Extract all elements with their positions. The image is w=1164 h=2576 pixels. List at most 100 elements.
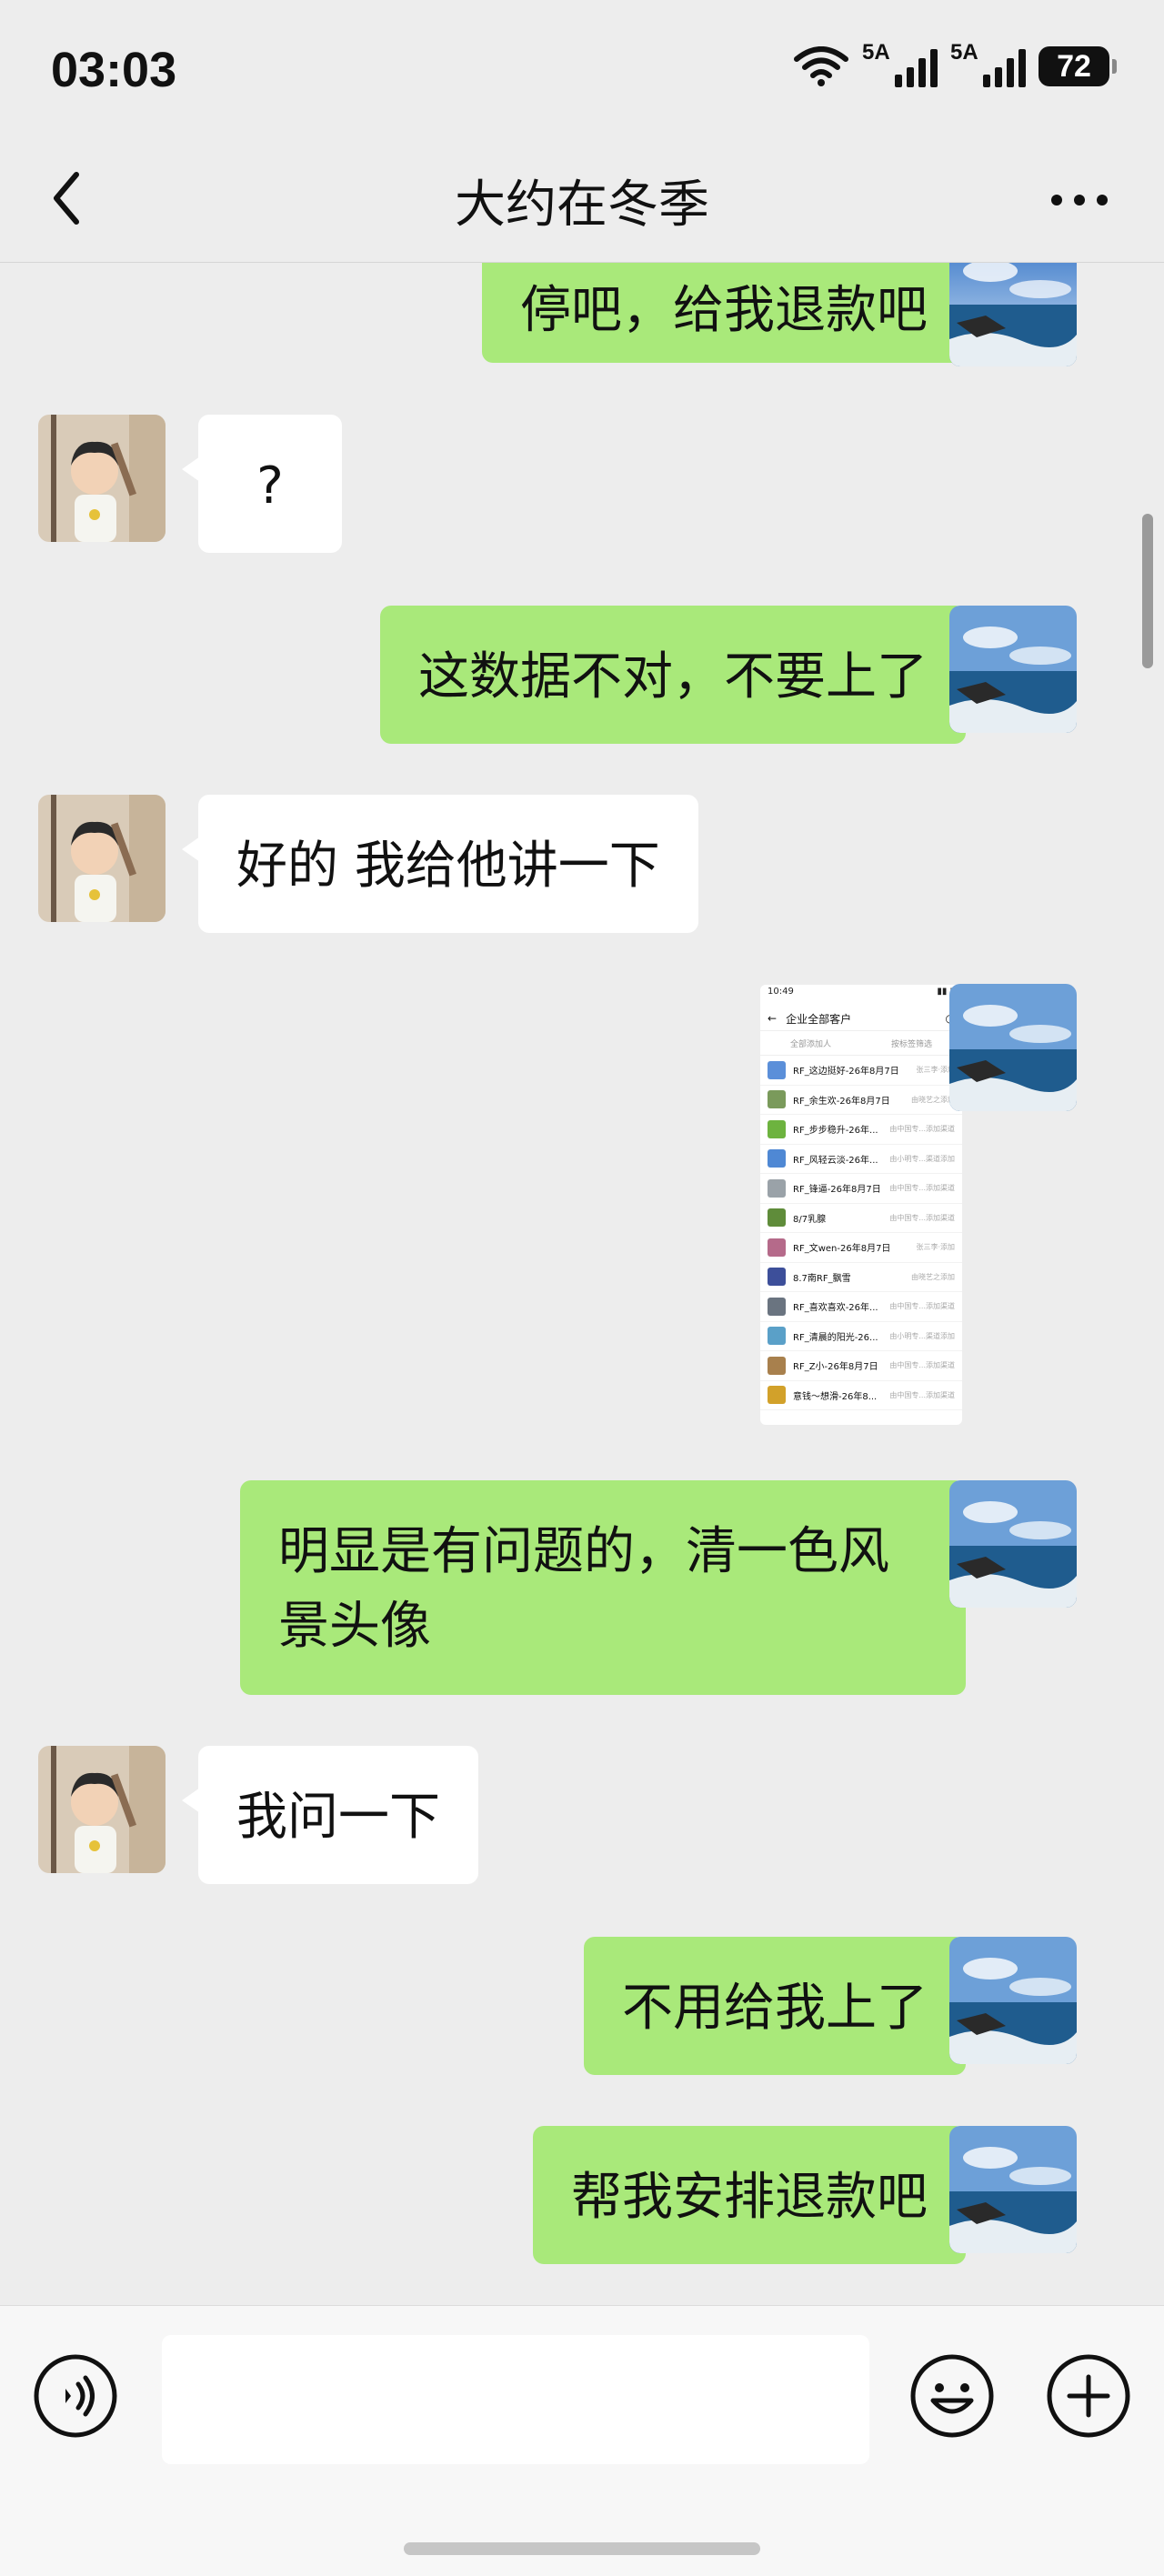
message-bubble-them[interactable]: 我问一下 [182, 1746, 478, 1884]
scrollbar-thumb[interactable] [1142, 514, 1153, 668]
shot-row: RF_喜欢喜欢-26年... 由中国专...添加渠道 [760, 1292, 962, 1322]
seascape-avatar-icon [949, 263, 1077, 366]
shot-row-source: 由晓艺之添加 [911, 1095, 955, 1104]
plus-icon[interactable] [1046, 2353, 1131, 2439]
shot-row: RF_余生欢-26年8月7日 由晓艺之添加 [760, 1086, 962, 1115]
shot-row-name: RF_锋逼-26年8月7日 [793, 1185, 881, 1196]
my-avatar[interactable] [949, 1480, 1077, 1608]
my-avatar[interactable] [949, 1937, 1077, 2064]
shot-row-source: 由中国专...添加渠道 [889, 1302, 955, 1311]
signal-label-2: 5A [950, 40, 978, 65]
child-avatar-icon [38, 1746, 166, 1873]
emoji-icon[interactable] [909, 2353, 995, 2439]
shot-row-avatar-icon [768, 1356, 786, 1375]
message-bubble-them[interactable]: ? [182, 415, 342, 553]
signal-label-1: 5A [862, 40, 890, 65]
shot-row-avatar-icon [768, 1149, 786, 1168]
shot-row: RF_风轻云淡-26年... 由小明专...渠道添加 [760, 1145, 962, 1174]
shot-title: 企业全部客户 [786, 1012, 852, 1026]
contact-avatar[interactable] [38, 1746, 166, 1873]
child-avatar-icon [38, 795, 166, 922]
shot-header: ←企业全部客户○ [760, 1007, 962, 1031]
shot-row-avatar-icon [768, 1208, 786, 1228]
seascape-avatar-icon [949, 606, 1077, 733]
shot-row-source: 张三李·添加 [916, 1243, 955, 1252]
shot-row-source: 由中国专...添加渠道 [889, 1390, 955, 1399]
chat-area[interactable]: 停吧，给我退款吧 ? 这数据不对，不要上了 好的 我给他讲一下 10:49 ▮▮ … [0, 263, 1164, 2305]
shot-row-source: 由中国专...添加渠道 [889, 1184, 955, 1193]
shot-row-avatar-icon [768, 1327, 786, 1346]
contact-avatar[interactable] [38, 795, 166, 922]
shot-row-avatar-icon [768, 1386, 786, 1405]
message-bubble-me[interactable]: 明显是有问题的，清一色风景头像 [240, 1480, 982, 1695]
my-avatar[interactable] [949, 606, 1077, 733]
message-bubble-them[interactable]: 好的 我给他讲一下 [182, 795, 698, 933]
more-dots-icon[interactable] [1048, 182, 1111, 218]
shot-row: RF_这边挺好-26年8月7日 张三李·添加 [760, 1056, 962, 1086]
shot-row-avatar-icon [768, 1297, 786, 1316]
shot-row: RF_文wen-26年8月7日 张三李·添加 [760, 1233, 962, 1263]
nav-bar: 大约在冬季 [0, 136, 1164, 263]
shot-row-name: RF_余生欢-26年8月7日 [793, 1096, 890, 1107]
shot-time: 10:49 [768, 987, 794, 997]
shot-row-name: RF_Z小-26年8月7日 [793, 1362, 878, 1373]
shot-row: RF_锋逼-26年8月7日 由中国专...添加渠道 [760, 1174, 962, 1204]
shot-row: 意钱～想滑-26年8... 由中国专...添加渠道 [760, 1381, 962, 1410]
shot-row-name: RF_喜欢喜欢-26年... [793, 1303, 878, 1314]
shot-row-name: 8.7南RF_飘雪 [793, 1273, 851, 1284]
shot-row: 8/7乳腺 由中国专...添加渠道 [760, 1204, 962, 1233]
shot-row-name: 8/7乳腺 [793, 1214, 827, 1225]
shot-row-name: 意钱～想滑-26年8... [793, 1391, 878, 1402]
seascape-avatar-icon [949, 1480, 1077, 1608]
shot-status-bar: 10:49 ▮▮ ▮ [760, 985, 962, 1007]
shot-filters: 全部添加人 按标签筛选 [760, 1031, 962, 1056]
shot-row: RF_Z小-26年8月7日 由中国专...添加渠道 [760, 1351, 962, 1381]
seascape-avatar-icon [949, 984, 1077, 1111]
message-bubble-me[interactable]: 停吧，给我退款吧 [482, 263, 982, 363]
chat-title: 大约在冬季 [455, 175, 709, 235]
battery-icon: 72 [1039, 46, 1117, 86]
shot-row-avatar-icon [768, 1060, 786, 1079]
shot-row-source: 由中国专...添加渠道 [889, 1125, 955, 1134]
shot-row-name: RF_文wen-26年8月7日 [793, 1244, 891, 1255]
child-avatar-icon [38, 415, 166, 542]
shot-row-source: 由中国专...添加渠道 [889, 1361, 955, 1370]
shot-row-avatar-icon [768, 1090, 786, 1109]
shot-row-avatar-icon [768, 1268, 786, 1287]
status-time: 03:03 [51, 43, 177, 97]
message-bubble-me[interactable]: 帮我安排退款吧 [533, 2126, 982, 2264]
home-indicator[interactable] [404, 2542, 760, 2555]
my-avatar[interactable] [949, 263, 1077, 366]
status-icons: 5A 5A 72 [793, 40, 1117, 87]
shot-row-source: 由晓艺之添加 [911, 1272, 955, 1281]
my-avatar[interactable] [949, 984, 1077, 1111]
shot-filter-left: 全部添加人 [789, 1039, 831, 1049]
shot-row-avatar-icon [768, 1238, 786, 1257]
shot-row-avatar-icon [768, 1119, 786, 1138]
shot-back-icon: ← [768, 1012, 778, 1025]
contact-avatar[interactable] [38, 415, 166, 542]
message-bubble-me[interactable]: 不用给我上了 [584, 1937, 982, 2075]
image-message[interactable]: 10:49▮▮ ▮ ←企业全部客户○ 全部添加人按标签筛选 RF_这边挺好-26… [760, 985, 962, 1425]
voice-icon[interactable] [33, 2353, 118, 2439]
status-bar: 03:03 5A 5A 72 [0, 0, 1164, 136]
shot-row-name: RF_步步稳升-26年... [793, 1126, 878, 1137]
shot-row-name: RF_这边挺好-26年8月7日 [793, 1067, 899, 1078]
shot-row-source: 由小明专...渠道添加 [889, 1154, 955, 1163]
shot-row-name: RF_风轻云淡-26年... [793, 1155, 878, 1166]
shot-row: RF_步步稳升-26年... 由中国专...添加渠道 [760, 1115, 962, 1145]
seascape-avatar-icon [949, 2126, 1077, 2253]
shot-row-source: 由小明专...渠道添加 [889, 1331, 955, 1340]
message-bubble-me[interactable]: 这数据不对，不要上了 [380, 606, 982, 744]
my-avatar[interactable] [949, 2126, 1077, 2253]
message-input[interactable] [162, 2335, 869, 2464]
input-bar [0, 2305, 1164, 2576]
battery-level: 72 [1057, 48, 1091, 84]
signal-icon-2: 5A [950, 40, 1026, 87]
seascape-avatar-icon [949, 1937, 1077, 2064]
shot-row: RF_清晨的阳光-26... 由小明专...渠道添加 [760, 1322, 962, 1351]
shot-row-source: 由中国专...添加渠道 [889, 1213, 955, 1222]
shot-row-name: RF_清晨的阳光-26... [793, 1332, 878, 1343]
shot-list: RF_这边挺好-26年8月7日 张三李·添加 RF_余生欢-26年8月7日 由晓艺之添… [760, 1056, 962, 1410]
wifi-icon [794, 46, 848, 86]
